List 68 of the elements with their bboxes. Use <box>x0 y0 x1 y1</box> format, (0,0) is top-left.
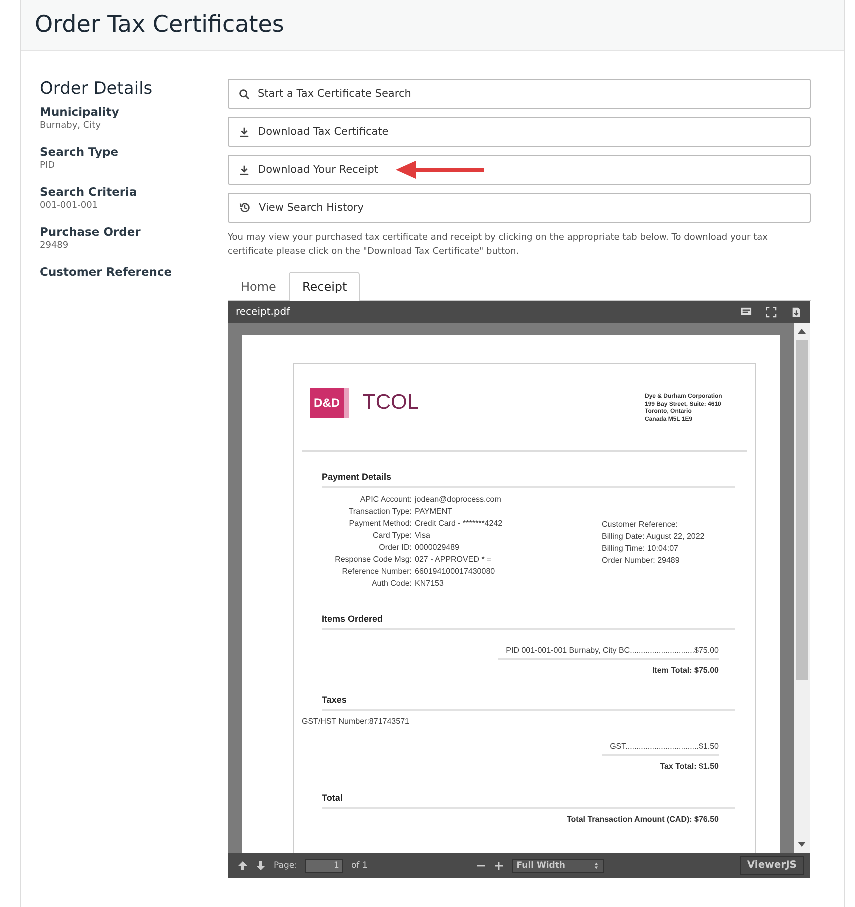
tab[interactable]: Receipt <box>289 272 360 301</box>
detail-label: Card Type: <box>372 530 412 542</box>
file-name: receipt.pdf <box>236 306 290 318</box>
action-button[interactable]: View Search History <box>228 193 811 223</box>
logo-text: TCOL <box>363 391 420 415</box>
tab[interactable]: Home <box>228 272 290 301</box>
field-value: Burnaby, City <box>40 121 102 131</box>
section-title: Order Details <box>40 79 154 99</box>
field-label: Search Criteria <box>40 185 138 199</box>
detail-value: jodean@doprocess.com <box>415 494 502 506</box>
detail-value: KN7153 <box>415 578 445 590</box>
detail-text: Customer Reference: <box>602 519 680 531</box>
detail-value: 0000029489 <box>415 542 460 554</box>
detail-label: Transaction Type: <box>348 506 412 518</box>
zoom-in-icon[interactable] <box>494 860 504 870</box>
detail-label: Auth Code: <box>370 578 412 590</box>
total-text: Total Transaction Amount (CAD): $76.50 <box>566 815 719 824</box>
field-label: Search Type <box>40 145 120 159</box>
section-heading: Total <box>322 793 735 809</box>
page-label: Page: <box>274 860 298 870</box>
download-icon[interactable] <box>791 306 802 318</box>
detail-value: Credit Card - *******4242 <box>415 518 504 530</box>
search-icon <box>239 88 250 100</box>
detail-text: Billing Date: August 22, 2022 <box>602 531 705 543</box>
page-count: of 1 <box>351 860 368 870</box>
section-heading: Payment Details <box>322 472 735 488</box>
field-label: Purchase Order <box>40 225 142 239</box>
action-button[interactable]: Download Tax Certificate <box>228 117 811 147</box>
action-button[interactable]: Download Your Receipt <box>228 155 811 185</box>
detail-value: Visa <box>415 530 432 542</box>
zoom-select[interactable]: Full Width <box>512 858 604 872</box>
line-item: PID 001-001-001 Burnaby, City BC.............................$75.00 <box>498 646 719 660</box>
detail-label: Order ID: <box>378 542 412 554</box>
select-caret-icon <box>594 862 599 870</box>
detail-label: Response Code Msg: <box>334 554 412 566</box>
scrollbar[interactable] <box>794 323 810 853</box>
detail-label: Reference Number: <box>341 566 412 578</box>
detail-value: PAYMENT <box>415 506 454 518</box>
instruction-text: You may view your purchased tax certificate and receipt by clicking on the appropriate tab below. To download your tax certificate please click on the "Download Tax Certificate" button. <box>228 232 769 259</box>
action-button[interactable]: Start a Tax Certificate Search <box>228 79 811 109</box>
page-input[interactable]: 1 <box>305 858 344 872</box>
section-heading: Items Ordered <box>322 614 735 630</box>
field-value: 29489 <box>40 241 70 251</box>
detail-text: Billing Time: 10:04:07 <box>602 543 680 555</box>
presentation-icon[interactable] <box>741 306 752 318</box>
detail-label: APIC Account: <box>359 494 412 506</box>
tax-number: GST/HST Number:871743571 <box>302 717 410 726</box>
subtotal-text: Tax Total: $1.50 <box>660 762 719 771</box>
detail-label: Payment Method: <box>348 518 412 530</box>
field-label: Municipality <box>40 105 120 119</box>
field-label: Customer Reference <box>40 265 174 279</box>
download-icon <box>239 126 250 138</box>
history-icon <box>239 202 251 214</box>
viewer-brand: ViewerJS <box>740 856 804 875</box>
field-value: PID <box>40 161 56 171</box>
detail-value: 660194100017430080 <box>415 566 496 578</box>
line-item: GST.................................$1.50 <box>602 742 719 756</box>
download-icon <box>239 164 250 176</box>
logo-mark: D&D <box>310 388 349 418</box>
page-title: Order Tax Certificates <box>35 12 284 38</box>
fullscreen-icon[interactable] <box>766 306 777 318</box>
detail-value: 027 - APPROVED * = <box>415 554 493 566</box>
section-heading: Taxes <box>322 695 735 711</box>
subtotal-text: Item Total: $75.00 <box>652 666 719 675</box>
field-value: 001-001-001 <box>40 201 100 211</box>
detail-text: Order Number: 29489 <box>602 555 681 567</box>
arrow-up-icon[interactable] <box>238 860 248 870</box>
arrow-down-icon[interactable] <box>256 860 266 870</box>
